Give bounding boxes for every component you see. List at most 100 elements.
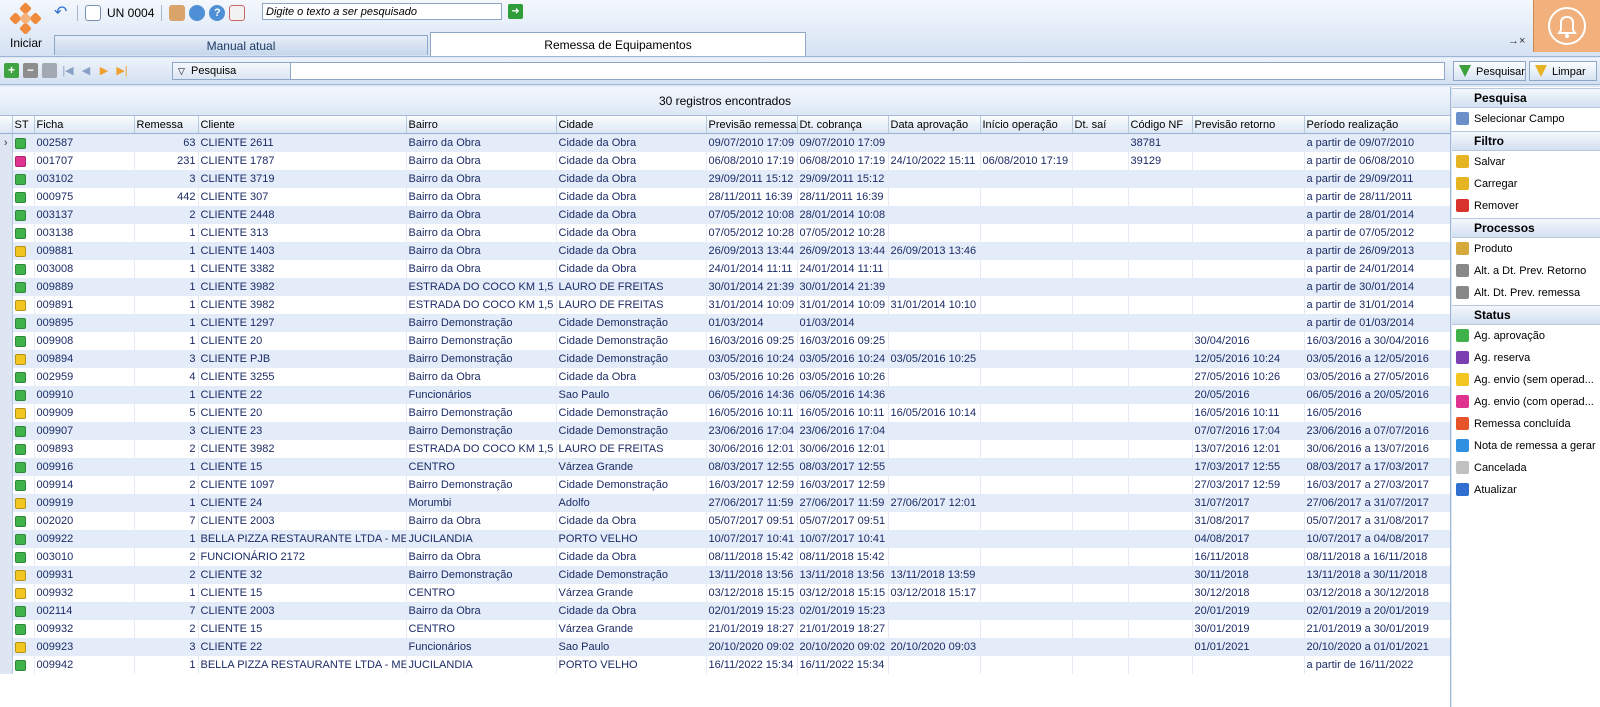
row-indicator[interactable] [0, 368, 13, 386]
table-row[interactable]: 009932 2 CLIENTE 15 CENTRO Várzea Grande 21/0… [0, 620, 1450, 638]
table-row[interactable]: 009889 1 CLIENTE 3982 ESTRADA DO COCO KM 1,… [0, 278, 1450, 296]
sidebar-item[interactable]: Remover [1452, 195, 1600, 217]
row-indicator[interactable] [0, 296, 13, 314]
table-row[interactable]: 009932 1 CLIENTE 15 CENTRO Várzea Grande 03/1… [0, 584, 1450, 602]
global-search-input[interactable]: Digite o texto a ser pesquisado [262, 3, 502, 20]
table-row[interactable]: 009931 2 CLIENTE 32 Bairro Demonstração Cida… [0, 566, 1450, 584]
table-row[interactable]: 009894 3 CLIENTE PJB Bairro Demonstração Cid… [0, 350, 1450, 368]
table-row[interactable]: 009891 1 CLIENTE 3982 ESTRADA DO COCO KM 1,… [0, 296, 1450, 314]
clear-button[interactable]: Limpar [1529, 61, 1597, 81]
notifications-bell-button[interactable] [1533, 0, 1600, 52]
table-row[interactable]: 009909 5 CLIENTE 20 Bairro Demonstração Cida… [0, 404, 1450, 422]
table-row[interactable]: 003010 2 FUNCIONÁRIO 2172 Bairro da Obra Cid… [0, 548, 1450, 566]
calendar-grid-icon[interactable] [85, 5, 101, 21]
filter-search-input[interactable]: ▽ Pesquisa [172, 62, 1445, 80]
column-header[interactable]: Dt. saí [1072, 116, 1129, 134]
column-header[interactable]: ST [12, 116, 35, 134]
column-header[interactable]: Dt. cobrança [797, 116, 889, 134]
sidebar-item[interactable]: Ag. reserva [1452, 347, 1600, 369]
sidebar-item[interactable]: Produto [1452, 238, 1600, 260]
row-indicator[interactable]: › [0, 133, 13, 152]
sidebar-item[interactable]: Ag. envio (com operad... [1452, 391, 1600, 413]
row-indicator[interactable] [0, 656, 13, 674]
previous-record-icon[interactable]: ◀ [79, 64, 93, 77]
first-record-icon[interactable]: |◀ [61, 64, 75, 77]
sidebar-item[interactable]: Alt. Dt. Prev. remessa [1452, 282, 1600, 304]
table-row[interactable]: 009942 1 BELLA PIZZA RESTAURANTE LTDA - ME… [0, 656, 1450, 674]
help-icon[interactable]: ? [209, 5, 226, 21]
column-header[interactable]: Código NF [1128, 116, 1193, 134]
print-icon[interactable] [42, 63, 57, 78]
sidebar-item[interactable]: Atualizar [1452, 479, 1600, 501]
column-header[interactable]: Início operação [980, 116, 1073, 134]
row-indicator[interactable] [0, 548, 13, 566]
table-row[interactable]: 000975 442 CLIENTE 307 Bairro da Obra Cidade… [0, 188, 1450, 206]
table-row[interactable]: 009893 2 CLIENTE 3982 ESTRADA DO COCO KM 1,… [0, 440, 1450, 458]
sidebar-item[interactable]: Salvar [1452, 151, 1600, 173]
window-icon[interactable] [189, 5, 206, 21]
row-indicator[interactable] [0, 170, 13, 188]
last-record-icon[interactable]: ▶| [115, 64, 129, 77]
row-indicator[interactable] [0, 584, 13, 602]
column-header[interactable]: Remessa [134, 116, 199, 134]
table-row[interactable]: 002959 4 CLIENTE 3255 Bairro da Obra Cidade … [0, 368, 1450, 386]
remove-icon[interactable]: − [23, 63, 38, 78]
sidebar-item[interactable]: Nota de remessa a gerar [1452, 435, 1600, 457]
row-indicator[interactable] [0, 620, 13, 638]
users-icon[interactable] [169, 5, 186, 21]
row-indicator[interactable] [0, 314, 13, 332]
sidebar-item[interactable]: Alt. a Dt. Prev. Retorno [1452, 260, 1600, 282]
next-record-icon[interactable]: ▶ [97, 64, 111, 77]
column-header[interactable]: Previsão retorno [1192, 116, 1305, 134]
table-row[interactable]: 009923 3 CLIENTE 22 Funcionários Sao Paulo 20… [0, 638, 1450, 656]
row-indicator[interactable] [0, 386, 13, 404]
table-row[interactable]: 001707 231 CLIENTE 1787 Bairro da Obra Cidad… [0, 152, 1450, 170]
sidebar-item[interactable]: Ag. envio (sem operad... [1452, 369, 1600, 391]
tab-remessa-equipamentos[interactable]: Remessa de Equipamentos [430, 32, 806, 56]
table-row[interactable]: 002114 7 CLIENTE 2003 Bairro da Obra Cidade … [0, 602, 1450, 620]
row-indicator[interactable] [0, 206, 13, 224]
row-indicator[interactable] [0, 350, 13, 368]
unit-label[interactable]: UN 0004 [107, 6, 154, 20]
row-indicator[interactable] [0, 242, 13, 260]
table-row[interactable]: 003138 1 CLIENTE 313 Bairro da Obra Cidade d… [0, 224, 1450, 242]
column-header[interactable]: Período realização [1304, 116, 1450, 134]
search-button[interactable]: Pesquisar [1453, 61, 1526, 81]
column-header[interactable]: Bairro [406, 116, 557, 134]
row-indicator[interactable] [0, 188, 13, 206]
tab-manual-atual[interactable]: Manual atual [54, 35, 428, 55]
sidebar-item[interactable]: Carregar [1452, 173, 1600, 195]
column-header[interactable]: Previsão remessa [706, 116, 798, 134]
column-header[interactable]: Data aprovação [888, 116, 981, 134]
row-indicator[interactable] [0, 494, 13, 512]
table-row[interactable]: 009907 3 CLIENTE 23 Bairro Demonstração Cida… [0, 422, 1450, 440]
start-button[interactable]: Iniciar [4, 2, 48, 52]
sidebar-item[interactable]: Ag. aprovação [1452, 325, 1600, 347]
table-row[interactable]: 009895 1 CLIENTE 1297 Bairro Demonstração Ci… [0, 314, 1450, 332]
column-header[interactable]: Cidade [556, 116, 707, 134]
table-row[interactable]: 003137 2 CLIENTE 2448 Bairro da Obra Cidade … [0, 206, 1450, 224]
row-indicator[interactable] [0, 278, 13, 296]
row-indicator[interactable] [0, 530, 13, 548]
column-header[interactable]: Ficha [34, 116, 135, 134]
table-row[interactable]: 009919 1 CLIENTE 24 Morumbi Adolfo 27/06/2017… [0, 494, 1450, 512]
row-indicator[interactable] [0, 512, 13, 530]
search-go-icon[interactable]: ➜ [508, 4, 523, 19]
table-row[interactable]: 009914 2 CLIENTE 1097 Bairro Demonstração Ci… [0, 476, 1450, 494]
sidebar-item[interactable]: Selecionar Campo [1452, 108, 1600, 130]
row-indicator[interactable] [0, 152, 13, 170]
close-tab-icon[interactable]: →× [1508, 35, 1525, 47]
table-row[interactable]: 003102 3 CLIENTE 3719 Bairro da Obra Cidade … [0, 170, 1450, 188]
row-indicator[interactable] [0, 224, 13, 242]
table-row[interactable]: 009916 1 CLIENTE 15 CENTRO Várzea Grande 08/0… [0, 458, 1450, 476]
row-indicator[interactable] [0, 638, 13, 656]
table-row[interactable]: 009881 1 CLIENTE 1403 Bairro da Obra Cidade … [0, 242, 1450, 260]
table-row[interactable]: 009922 1 BELLA PIZZA RESTAURANTE LTDA - ME… [0, 530, 1450, 548]
row-indicator[interactable] [0, 458, 13, 476]
column-header[interactable]: Cliente [198, 116, 407, 134]
row-indicator[interactable] [0, 422, 13, 440]
table-row[interactable]: 002020 7 CLIENTE 2003 Bairro da Obra Cidade … [0, 512, 1450, 530]
table-row[interactable]: 009910 1 CLIENTE 22 Funcionários Sao Paulo 06… [0, 386, 1450, 404]
table-row[interactable]: 003008 1 CLIENTE 3382 Bairro da Obra Cidade … [0, 260, 1450, 278]
settings-form-icon[interactable] [229, 5, 246, 21]
